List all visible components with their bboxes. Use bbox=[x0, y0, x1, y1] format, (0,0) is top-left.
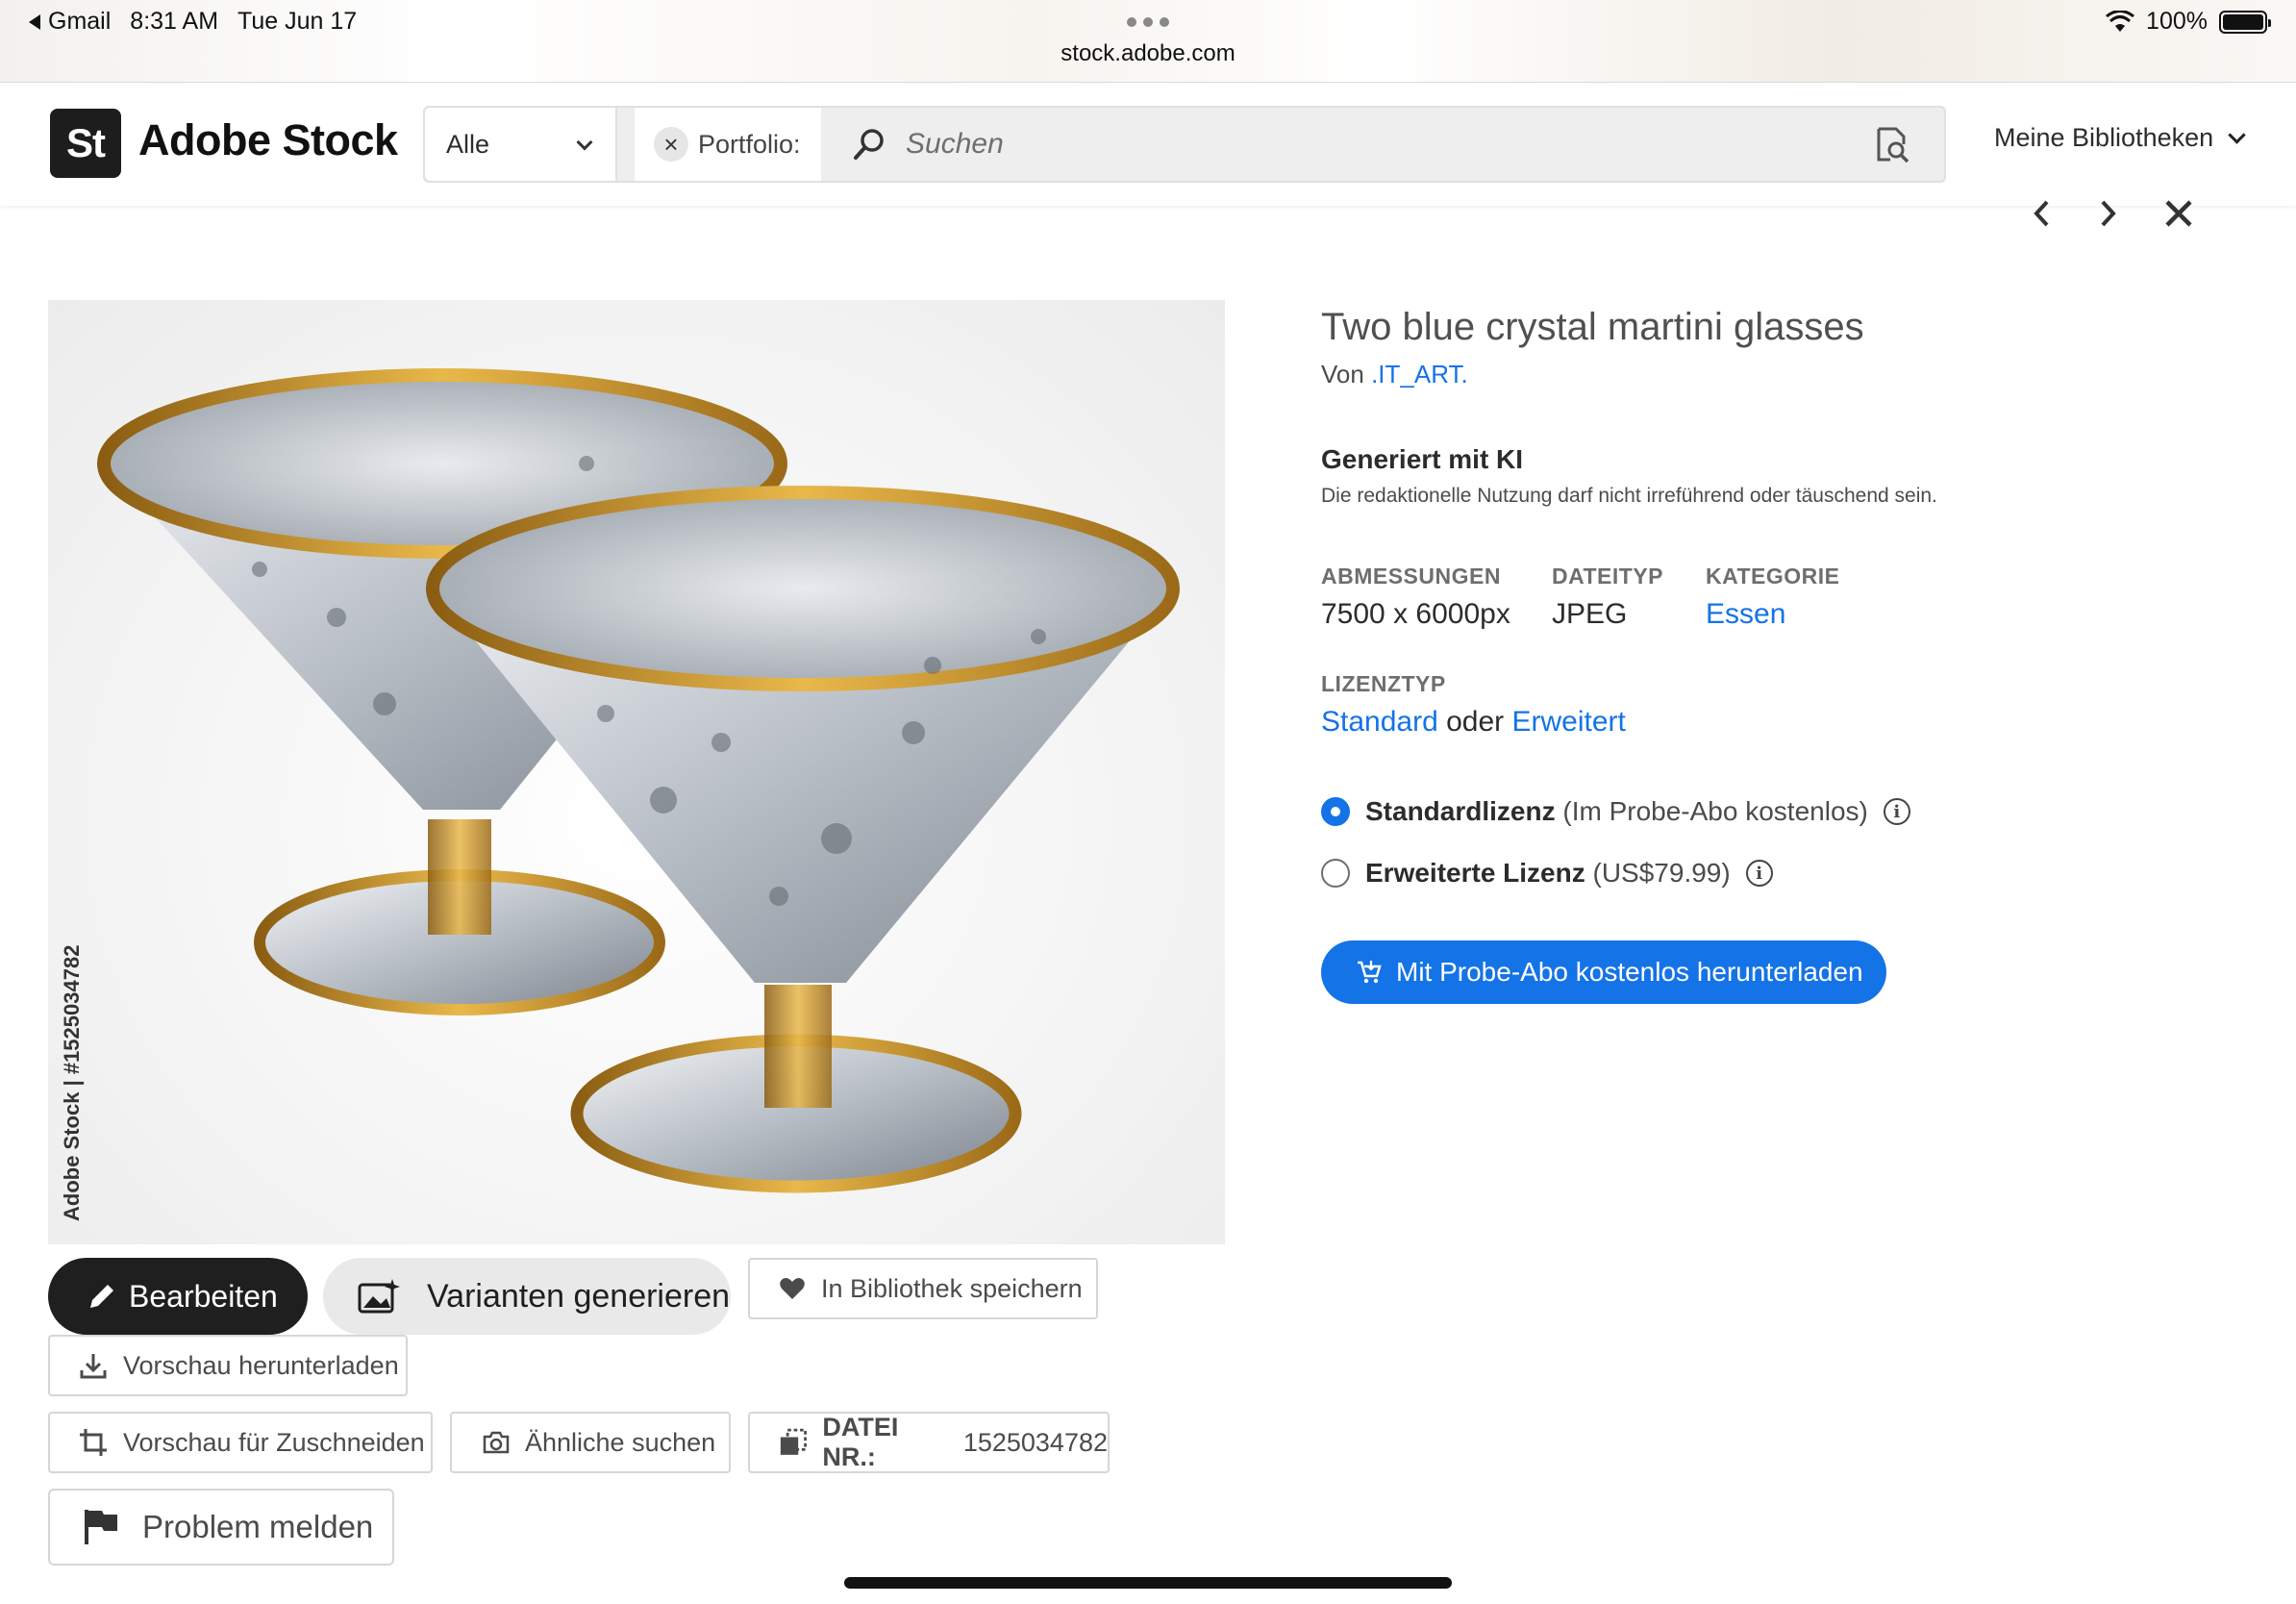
adobe-stock-logo[interactable]: St bbox=[50, 109, 121, 178]
radio-unselected-icon[interactable] bbox=[1321, 859, 1350, 888]
license-type-label: LIZENZTYP bbox=[1321, 671, 1446, 696]
license-type-value: Standard oder Erweitert bbox=[1321, 706, 1626, 739]
edit-button-label: Bearbeiten bbox=[129, 1278, 278, 1314]
asset-byline: Von .IT_ART. bbox=[1321, 360, 1468, 389]
remove-filter-icon[interactable]: × bbox=[654, 127, 688, 162]
my-libraries-menu[interactable]: Meine Bibliotheken bbox=[1994, 123, 2246, 153]
close-button[interactable] bbox=[2159, 194, 2198, 233]
status-left: Gmail 8:31 AM Tue Jun 17 bbox=[29, 8, 357, 36]
dimensions-label: ABMESSUNGEN bbox=[1321, 564, 1501, 589]
filetype-value: JPEG bbox=[1552, 598, 1628, 630]
flag-icon bbox=[85, 1510, 117, 1544]
radio-selected-icon[interactable] bbox=[1321, 797, 1350, 826]
battery-icon bbox=[2219, 10, 2271, 34]
image-sparkle-icon bbox=[358, 1279, 400, 1314]
back-to-app-link[interactable]: Gmail bbox=[29, 8, 111, 36]
filetype-label: DATEITYP bbox=[1552, 564, 1664, 589]
license-option-extended[interactable]: Erweiterte Lizenz (US$79.99) i bbox=[1321, 858, 1773, 889]
status-time: 8:31 AM bbox=[130, 8, 219, 35]
license-option-detail: (Im Probe-Abo kostenlos) bbox=[1562, 796, 1868, 826]
extended-license-link[interactable]: Erweitert bbox=[1512, 706, 1626, 738]
back-arrow-icon bbox=[29, 13, 40, 30]
crop-icon bbox=[80, 1429, 107, 1456]
byline-prefix: Von bbox=[1321, 360, 1364, 388]
download-trial-label: Mit Probe-Abo kostenlos herunterladen bbox=[1396, 957, 1863, 987]
status-right: 100% bbox=[2106, 8, 2271, 36]
author-link[interactable]: .IT_ART. bbox=[1371, 360, 1468, 388]
filter-chip-label: Portfolio: bbox=[698, 129, 801, 159]
martini-glasses-illustration bbox=[97, 368, 1180, 1193]
crop-preview-label: Vorschau für Zuschneiden bbox=[123, 1427, 425, 1457]
generate-variants-label: Varianten generieren bbox=[427, 1277, 731, 1315]
chevron-right-icon bbox=[2101, 200, 2116, 227]
battery-percent: 100% bbox=[2146, 8, 2208, 35]
standard-license-link[interactable]: Standard bbox=[1321, 706, 1438, 738]
report-problem-button[interactable]: Problem melden bbox=[48, 1489, 394, 1566]
license-option-standard[interactable]: Standardlizenz (Im Probe-Abo kostenlos) … bbox=[1321, 796, 1910, 827]
chevron-down-icon bbox=[2228, 126, 2246, 144]
chevron-left-icon bbox=[2034, 200, 2049, 227]
portfolio-filter-chip[interactable]: × Portfolio: bbox=[635, 108, 821, 181]
asset-watermark-id: Adobe Stock | #1525034782 bbox=[60, 944, 84, 1221]
back-app-label: Gmail bbox=[48, 8, 112, 35]
license-option-name: Standardlizenz bbox=[1365, 796, 1556, 826]
info-icon[interactable]: i bbox=[1745, 860, 1773, 887]
my-libraries-label: Meine Bibliotheken bbox=[1994, 123, 2214, 152]
download-trial-button[interactable]: Mit Probe-Abo kostenlos herunterladen bbox=[1321, 940, 1886, 1004]
file-number-value: 1525034782 bbox=[962, 1427, 1108, 1457]
home-indicator[interactable] bbox=[844, 1577, 1452, 1589]
file-number-label: DATEI NR.: bbox=[822, 1413, 899, 1471]
search-bar: Alle × Portfolio: bbox=[423, 106, 1946, 183]
generate-variants-button[interactable]: Varianten generieren bbox=[323, 1258, 731, 1335]
cart-download-icon bbox=[1358, 961, 1382, 984]
edit-button[interactable]: Bearbeiten bbox=[48, 1258, 308, 1335]
next-asset-button[interactable] bbox=[2088, 194, 2127, 233]
dimensions-value: 7500 x 6000px bbox=[1321, 598, 1510, 630]
ai-generated-heading: Generiert mit KI bbox=[1321, 444, 1524, 474]
ai-generated-note: Die redaktionelle Nutzung darf nicht irr… bbox=[1321, 485, 1937, 507]
save-to-library-button[interactable]: In Bibliothek speichern bbox=[748, 1258, 1098, 1319]
chevron-down-icon bbox=[576, 134, 593, 151]
category-link[interactable]: Essen bbox=[1706, 598, 1785, 631]
ios-status-bar: Gmail 8:31 AM Tue Jun 17 stock.adobe.com… bbox=[0, 0, 2296, 83]
search-icon[interactable] bbox=[852, 127, 886, 162]
file-copy-icon bbox=[780, 1428, 807, 1455]
save-to-library-label: In Bibliothek speichern bbox=[821, 1273, 1083, 1303]
download-icon bbox=[80, 1354, 107, 1379]
find-similar-button[interactable]: Ähnliche suchen bbox=[450, 1412, 731, 1473]
file-number-box: DATEI NR.: 1525034782 bbox=[748, 1412, 1110, 1473]
find-similar-label: Ähnliche suchen bbox=[525, 1427, 716, 1457]
camera-icon bbox=[483, 1431, 510, 1454]
status-date: Tue Jun 17 bbox=[237, 8, 358, 35]
heart-icon bbox=[780, 1278, 805, 1299]
license-option-detail: (US$79.99) bbox=[1592, 858, 1731, 888]
crop-preview-button[interactable]: Vorschau für Zuschneiden bbox=[48, 1412, 433, 1473]
category-label: KATEGORIE bbox=[1706, 564, 1840, 589]
visual-search-icon[interactable] bbox=[1873, 125, 1911, 163]
download-preview-label: Vorschau herunterladen bbox=[123, 1350, 399, 1380]
url-label[interactable]: stock.adobe.com bbox=[0, 40, 2296, 67]
wifi-icon bbox=[2106, 10, 2134, 32]
info-icon[interactable]: i bbox=[1883, 798, 1910, 825]
asset-title: Two blue crystal martini glasses bbox=[1321, 306, 1864, 348]
multitask-dots-icon[interactable] bbox=[1127, 17, 1169, 27]
category-dropdown-value: Alle bbox=[446, 129, 490, 159]
search-input[interactable] bbox=[906, 121, 1771, 167]
download-preview-button[interactable]: Vorschau herunterladen bbox=[48, 1335, 408, 1396]
report-problem-label: Problem melden bbox=[142, 1509, 374, 1544]
license-or-text: oder bbox=[1446, 706, 1505, 738]
close-icon bbox=[2165, 200, 2192, 227]
logo-text[interactable]: Adobe Stock bbox=[138, 115, 398, 165]
category-dropdown[interactable]: Alle bbox=[425, 108, 617, 181]
previous-asset-button[interactable] bbox=[2023, 194, 2061, 233]
pencil-icon bbox=[90, 1285, 113, 1308]
license-option-name: Erweiterte Lizenz bbox=[1365, 858, 1585, 888]
asset-preview-image[interactable] bbox=[48, 300, 1225, 1244]
site-header: St Adobe Stock Alle × Portfolio: Meine B… bbox=[0, 83, 2296, 206]
